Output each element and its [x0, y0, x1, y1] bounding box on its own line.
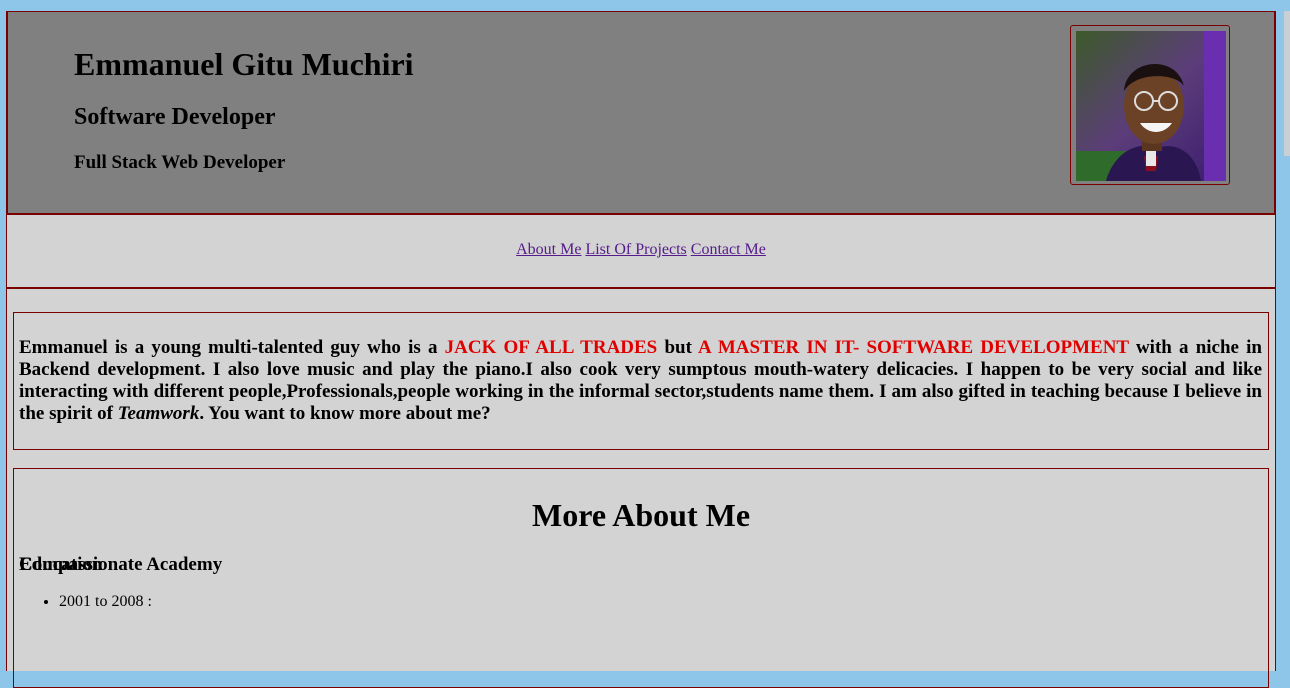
- more-about-section: More About Me Education 2001 to 2008 : C…: [13, 468, 1269, 688]
- nav-link-contact-me[interactable]: Contact Me: [691, 241, 766, 258]
- education-list: 2001 to 2008 :: [19, 593, 152, 611]
- profile-photo-frame: [1070, 25, 1230, 185]
- intro-text-4: . You want to know more about me?: [199, 403, 491, 424]
- job-title: Software Developer: [74, 104, 276, 130]
- job-subtitle: Full Stack Web Developer: [74, 152, 286, 173]
- person-name: Emmanuel Gitu Muchiri: [74, 46, 414, 82]
- main-nav: About Me List Of Projects Contact Me: [7, 217, 1275, 289]
- vertical-scrollbar[interactable]: [1284, 11, 1290, 667]
- nav-link-about-me[interactable]: About Me: [516, 241, 581, 258]
- intro-highlight-master: A MASTER IN IT- SOFTWARE DEVELOPMENT: [698, 337, 1129, 358]
- profile-photo: [1076, 31, 1226, 181]
- page-container: Emmanuel Gitu Muchiri Software Developer…: [6, 11, 1276, 688]
- education-item: 2001 to 2008 :: [59, 593, 152, 611]
- intro-section: Emmanuel is a young multi-talented guy w…: [13, 312, 1269, 450]
- header: Emmanuel Gitu Muchiri Software Developer…: [7, 11, 1275, 215]
- school-name: Compassionate Academy: [19, 554, 223, 575]
- intro-text-1: Emmanuel is a young multi-talented guy w…: [19, 337, 445, 358]
- intro-paragraph: Emmanuel is a young multi-talented guy w…: [19, 337, 1262, 425]
- intro-highlight-jack: JACK OF ALL TRADES: [444, 337, 658, 358]
- section-title: More About Me: [531, 497, 751, 533]
- scrollbar-thumb[interactable]: [1284, 11, 1290, 156]
- nav-links: About Me List Of Projects Contact Me: [7, 241, 1275, 259]
- nav-link-list-of-projects[interactable]: List Of Projects: [585, 241, 686, 258]
- intro-emphasis-teamwork: Teamwork: [117, 403, 200, 424]
- intro-text-2: but: [657, 337, 699, 358]
